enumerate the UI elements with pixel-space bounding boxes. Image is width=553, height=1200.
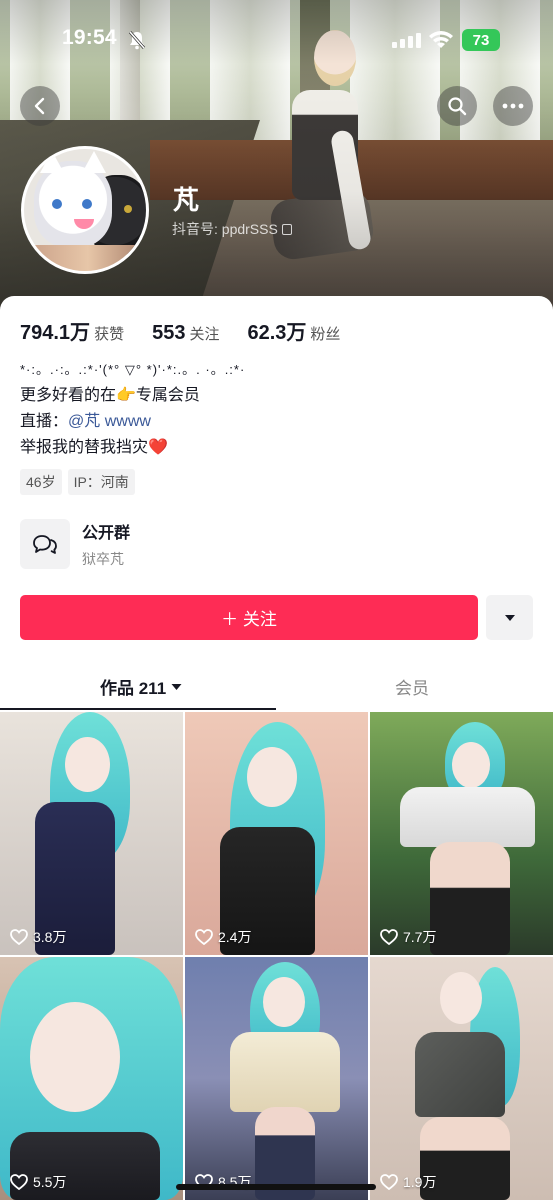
bio-live-prefix: 直播： <box>20 413 69 430</box>
group-subtitle: 狱卒芃 <box>82 551 124 567</box>
mute-bell-icon <box>128 31 146 50</box>
stat-value: 553 <box>152 322 186 344</box>
video-thumbnail[interactable]: 1.9万 <box>370 957 553 1200</box>
signal-icon <box>392 32 421 48</box>
ip-tag: IP：河南 <box>67 469 135 495</box>
heart-icon <box>380 1174 398 1190</box>
wifi-icon <box>429 31 453 48</box>
douyin-id[interactable]: 抖音号: ppdrSSS <box>172 219 292 239</box>
douyin-id-text: 抖音号: ppdrSSS <box>172 221 278 237</box>
tab-works-label: 作品 211 <box>100 679 167 698</box>
group-title: 公开群 <box>82 525 131 542</box>
profile-tags: 46岁 IP：河南 <box>20 469 135 495</box>
bio-line-1: *·:。.·:。.:*·'(*° ▽° *)'·*:.。. ·。.:*· <box>20 362 246 377</box>
profile-stats: 794.1万 获赞 553 关注 62.3万 粉丝 <box>20 316 358 345</box>
group-icon-box <box>20 519 70 569</box>
video-thumbnail[interactable]: 3.8万 <box>0 712 183 955</box>
heart-icon <box>10 929 28 945</box>
avatar[interactable] <box>21 146 149 274</box>
tab-member[interactable]: 会员 <box>395 674 429 699</box>
stat-value: 62.3万 <box>247 322 307 344</box>
heart-icon <box>195 929 213 945</box>
stat-label: 关注 <box>189 326 220 343</box>
bio-line-4: 举报我的替我挡灾❤️ <box>20 439 168 456</box>
heart-icon <box>380 929 398 945</box>
bio-line-3: 直播：@芃 wwww <box>20 409 245 435</box>
stat-label: 获赞 <box>94 326 125 343</box>
stat-value: 794.1万 <box>20 322 91 344</box>
video-thumbnail[interactable]: 5.5万 <box>0 957 183 1200</box>
video-thumbnail[interactable]: 8.5万 <box>185 957 368 1200</box>
video-grid: 3.8万 2.4万 7.7万 5.5万 8.5万 1.9万 <box>0 712 553 1200</box>
follow-button[interactable]: ＋ 关注 <box>20 595 478 640</box>
status-bar: 19:54 73 <box>0 24 553 58</box>
profile-name: 芃 <box>173 185 200 215</box>
stat-followers[interactable]: 62.3万 粉丝 <box>247 316 340 345</box>
video-likes: 3.8万 <box>10 927 66 947</box>
status-time: 19:54 <box>62 26 117 49</box>
search-button[interactable] <box>437 86 477 126</box>
bio-live-link[interactable]: @芃 wwww <box>68 413 151 430</box>
stat-likes[interactable]: 794.1万 获赞 <box>20 316 124 345</box>
heart-icon <box>10 1174 28 1190</box>
video-thumbnail[interactable]: 2.4万 <box>185 712 368 955</box>
tab-indicator <box>0 708 276 710</box>
bio-line-2: 更多好看的在👉专属会员 <box>20 387 200 404</box>
chevron-down-icon <box>171 683 182 690</box>
back-icon <box>34 97 45 115</box>
video-thumbnail[interactable]: 7.7万 <box>370 712 553 955</box>
copy-icon[interactable] <box>281 223 292 235</box>
more-button[interactable] <box>493 86 533 126</box>
back-button[interactable] <box>20 86 60 126</box>
group-entry[interactable]: 公开群 狱卒芃 <box>20 519 130 569</box>
video-likes: 7.7万 <box>380 927 436 947</box>
more-actions-dropdown[interactable] <box>486 595 533 640</box>
video-likes: 5.5万 <box>10 1172 66 1192</box>
more-icon <box>502 103 524 109</box>
video-likes: 2.4万 <box>195 927 251 947</box>
home-indicator[interactable] <box>176 1184 376 1190</box>
stat-following[interactable]: 553 关注 <box>152 322 219 345</box>
chevron-down-icon <box>504 614 515 621</box>
stat-label: 粉丝 <box>310 326 341 343</box>
content-tabs: 作品 211 会员 <box>0 664 553 710</box>
search-icon <box>448 97 467 116</box>
age-tag: 46岁 <box>20 469 62 495</box>
group-chat-icon <box>33 535 57 554</box>
profile-bio: *·:。.·:。.:*·'(*° ▽° *)'·*:.。. ·。.:*· 更多好… <box>20 357 245 461</box>
video-likes: 1.9万 <box>380 1172 436 1192</box>
battery-indicator: 73 <box>462 29 500 51</box>
tab-works[interactable]: 作品 211 <box>100 674 182 699</box>
